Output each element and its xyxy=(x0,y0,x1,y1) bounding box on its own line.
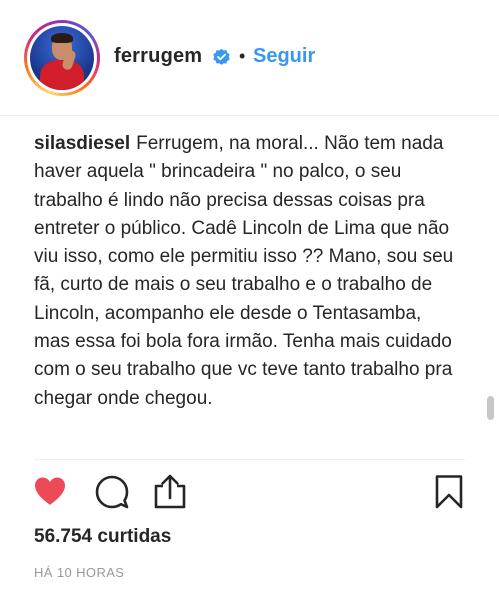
verified-badge-icon xyxy=(212,48,231,67)
action-bar xyxy=(0,470,499,514)
follow-button[interactable]: Seguir xyxy=(253,45,315,68)
share-upload-icon xyxy=(154,474,186,509)
save-button[interactable] xyxy=(431,474,467,510)
bookmark-icon xyxy=(435,475,463,509)
separator-dot: • xyxy=(239,46,246,66)
comment-item: silasdiesel Ferrugem, na moral... Não tem… xyxy=(34,130,454,413)
like-button[interactable] xyxy=(32,474,68,510)
post-timestamp[interactable]: HÁ 10 HORAS xyxy=(34,565,124,580)
avatar[interactable] xyxy=(30,26,94,90)
avatar-hair xyxy=(51,33,73,43)
comment-bubble-icon xyxy=(95,475,129,509)
heart-icon xyxy=(35,477,65,505)
share-button[interactable] xyxy=(152,474,188,510)
story-ring[interactable] xyxy=(24,20,100,96)
comment-author[interactable]: silasdiesel xyxy=(34,133,130,154)
post-header: ferrugem • Seguir xyxy=(0,0,499,116)
comment-button[interactable] xyxy=(94,474,130,510)
comments-area[interactable]: silasdiesel Ferrugem, na moral... Não tem… xyxy=(0,116,499,460)
divider xyxy=(34,459,465,460)
username-link[interactable]: ferrugem xyxy=(114,45,202,68)
likes-count[interactable]: 56.754 curtidas xyxy=(34,526,171,548)
scrollbar-thumb[interactable] xyxy=(487,396,494,420)
avatar-frame xyxy=(27,23,97,93)
comment-text: Ferrugem, na moral... Não tem nada haver… xyxy=(34,133,454,409)
